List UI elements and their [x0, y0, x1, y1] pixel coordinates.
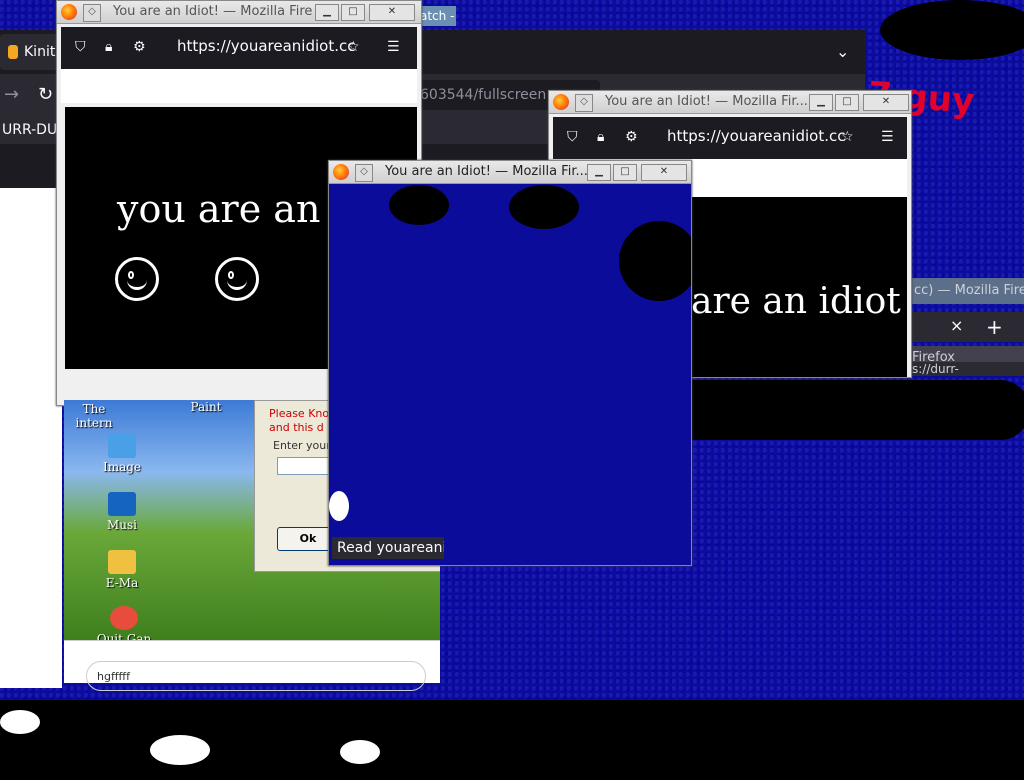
idiot-headline: are an idiot [691, 281, 901, 322]
permissions-icon[interactable]: ⚙ [133, 39, 146, 55]
window-title: You are an Idiot! — Mozilla Fir... [605, 94, 808, 109]
firefox-icon [333, 164, 349, 180]
pin-icon[interactable]: ◇ [355, 164, 373, 182]
lock-icon[interactable]: 🔒︎ [105, 39, 112, 55]
music-icon [108, 492, 136, 516]
url-display[interactable]: https://youareanidiot.cc [667, 127, 845, 145]
chevron-down-icon[interactable]: ⌄ [836, 42, 849, 61]
glitch-blob [0, 700, 1024, 780]
text-input[interactable]: hgfffff [86, 661, 426, 691]
lock-icon[interactable]: 🔒︎ [597, 129, 604, 145]
dialog-enter-label: Enter your [273, 439, 331, 452]
maximize-button[interactable]: □ [835, 94, 859, 111]
popup-window[interactable]: ◇ You are an Idiot! — Mozilla Fir... ▁ □… [328, 160, 692, 566]
maximize-button[interactable]: □ [341, 4, 365, 21]
tab-label: Kinit [24, 44, 56, 60]
smiley-icon [115, 257, 159, 301]
window-title: You are an Idiot! — Mozilla Fir... [385, 164, 588, 179]
page-content [0, 188, 62, 688]
shield-icon[interactable]: ⛉ [75, 39, 86, 55]
bookmark-star-icon[interactable]: ☆ [841, 129, 854, 145]
tab-favicon-icon [8, 45, 18, 59]
dialog-warning: Please Kno and this d [269, 407, 330, 434]
glitch-blob [340, 740, 380, 764]
minimize-button[interactable]: ▁ [315, 4, 339, 21]
close-button[interactable]: ✕ [863, 94, 909, 111]
window-titlebar[interactable]: ◇ You are an Idiot! — Mozilla Fir... ▁ □… [329, 161, 691, 184]
glitch-blob [150, 735, 210, 765]
desktop-icon-music[interactable]: Musi [92, 492, 152, 532]
smiley-icon [215, 257, 259, 301]
window-titlebar[interactable]: ◇ You are an Idiot! — Mozilla Fir... ▁ □… [549, 91, 911, 114]
pin-icon[interactable]: ◇ [575, 94, 593, 112]
firefox-toolbar: ⛉ 🔒︎ ⚙ https://youareanidiot.cc ☆ ☰ [553, 117, 907, 159]
browser-tab[interactable]: Kinit [0, 34, 60, 70]
glitch-blob [619, 221, 691, 301]
firefox-toolbar: ⛉ 🔒︎ ⚙ https://youareanidiot.cc ☆ ☰ [61, 27, 417, 69]
close-tab-icon[interactable]: × [950, 316, 963, 335]
minimize-button[interactable]: ▁ [809, 94, 833, 111]
firefox-icon [553, 94, 569, 110]
window-title-fragment: cc) — Mozilla Firef [912, 278, 1024, 304]
bottom-input-panel: hgfffff [64, 640, 440, 691]
maximize-button[interactable]: □ [613, 164, 637, 181]
desktop-icon-quit[interactable]: Quit Gan [94, 606, 154, 640]
bookmark-star-icon[interactable]: ☆ [347, 39, 360, 55]
desktop-icon-internet[interactable]: The intern [64, 402, 124, 430]
desktop-icon-email[interactable]: E-Ma [92, 550, 152, 590]
glitch-blob [0, 710, 40, 734]
url-display[interactable]: https://youareanidiot.cc [177, 37, 355, 55]
minimize-button[interactable]: ▁ [587, 164, 611, 181]
desktop-icon-image[interactable]: Image [92, 434, 152, 474]
idiot-content: are an idiot [689, 197, 907, 377]
power-icon [110, 606, 138, 630]
window-titlebar[interactable]: ◇ You are an Idiot! — Mozilla Fire ▁ □ ✕ [57, 1, 421, 24]
glitch-blob [329, 491, 349, 521]
image-icon [108, 434, 136, 458]
glitch-blob [509, 185, 579, 229]
permissions-icon[interactable]: ⚙ [625, 129, 638, 145]
new-tab-icon[interactable]: + [986, 315, 1003, 339]
forward-arrow-icon[interactable]: → [4, 84, 19, 105]
tab-strip-fragment: ) × + [912, 312, 1024, 342]
page-header-area [61, 69, 417, 103]
mail-icon [108, 550, 136, 574]
window-title: You are an Idiot! — Mozilla Fire [113, 4, 313, 19]
pin-icon[interactable]: ◇ [83, 4, 101, 22]
firefox-icon [61, 4, 77, 20]
close-button[interactable]: ✕ [641, 164, 687, 181]
glitch-blob [389, 185, 449, 225]
behind-url: s://durr- [912, 362, 1024, 376]
status-bar: Read youareani [332, 537, 444, 559]
menu-icon[interactable]: ☰ [387, 39, 400, 55]
close-button[interactable]: ✕ [369, 4, 415, 21]
shield-icon[interactable]: ⛉ [567, 129, 578, 145]
reload-icon[interactable]: ↻ [38, 84, 53, 105]
background-window-title: atch - [420, 6, 456, 26]
menu-icon[interactable]: ☰ [881, 129, 894, 145]
desktop-icon-paint[interactable]: Paint [176, 400, 236, 414]
